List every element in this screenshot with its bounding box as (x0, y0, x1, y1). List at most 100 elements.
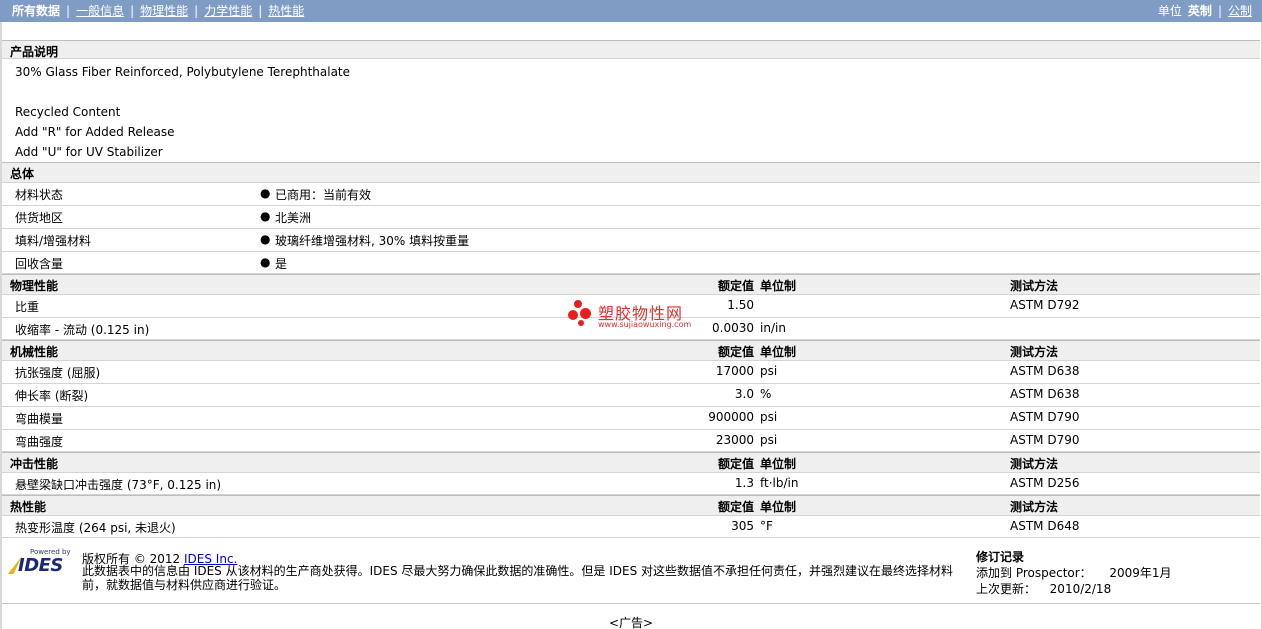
logo-word: IDES (18, 555, 63, 576)
nav-general-info[interactable]: 一般信息 (76, 3, 124, 19)
product-line: Add "U" for UV Stabilizer (15, 145, 163, 159)
row-method: ASTM D790 (1010, 433, 1080, 447)
added-value: 2009年1月 (1109, 566, 1172, 580)
row-unit: °F (760, 519, 773, 533)
units-metric-link[interactable]: 公制 (1228, 3, 1252, 19)
table-row: 热变形温度 (264 psi, 未退火) 305 °F ASTM D648 (2, 516, 1260, 538)
row-label: 热变形温度 (264 psi, 未退火) (15, 521, 176, 535)
header-value: 额定值 (717, 457, 754, 471)
section-title: 产品说明 (10, 45, 59, 59)
row-value: 北美洲 (275, 211, 312, 225)
row-value: 17000 (715, 364, 754, 378)
header-unit: 单位制 (760, 279, 797, 293)
section-title: 热性能 (10, 500, 47, 514)
product-line: Recycled Content (15, 105, 121, 119)
row-value: 3.0 (734, 387, 754, 401)
watermark-dot (574, 300, 582, 308)
table-row: 伸长率 (断裂) 3.0 % ASTM D638 (2, 384, 1260, 407)
row-unit: psi (760, 433, 778, 447)
header-method: 测试方法 (1010, 457, 1059, 471)
row-value: 是 (275, 257, 288, 271)
section-mechanical: 机械性能 额定值 单位制 测试方法 (2, 340, 1260, 361)
header-method: 测试方法 (1010, 279, 1059, 293)
header-unit: 单位制 (760, 345, 797, 359)
row-value: 0.0030 (712, 321, 754, 335)
bullet-icon: ● (260, 232, 271, 246)
table-row: 材料状态 ● 已商用：当前有效 (2, 183, 1260, 206)
row-label: 回收含量 (15, 257, 64, 271)
updated-value: 2010/2/18 (1049, 582, 1112, 596)
section-physical: 物理性能 额定值 单位制 测试方法 (2, 274, 1260, 295)
row-unit: psi (760, 364, 778, 378)
nav-all-data[interactable]: 所有数据 (12, 3, 60, 19)
header-method: 测试方法 (1010, 345, 1059, 359)
row-value: 1.50 (727, 298, 754, 312)
row-value: 305 (731, 519, 754, 533)
top-nav-bar: 所有数据 | 一般信息 | 物理性能 | 力学性能 | 热性能 单位 英制 | … (0, 0, 1262, 22)
table-row: 悬壁梁缺口冲击强度 (73°F, 0.125 in) 1.3 ft·lb/in … (2, 473, 1260, 495)
row-value: 已商用：当前有效 (275, 188, 372, 202)
table-row: 供货地区 ● 北美洲 (2, 206, 1260, 229)
row-label: 供货地区 (15, 211, 64, 225)
watermark-dot (578, 320, 584, 326)
row-method: ASTM D256 (1010, 476, 1080, 490)
nav-separator: | (258, 4, 263, 18)
row-label: 悬壁梁缺口冲击强度 (73°F, 0.125 in) (15, 478, 222, 492)
nav-separator: | (1217, 4, 1222, 18)
table-row: 抗张强度 (屈服) 17000 psi ASTM D638 (2, 361, 1260, 384)
section-general: 总体 (2, 162, 1260, 183)
header-value: 额定值 (717, 345, 754, 359)
row-value: 900000 (708, 410, 754, 424)
row-label: 弯曲模量 (15, 412, 64, 426)
section-title: 机械性能 (10, 345, 59, 359)
watermark-logo: 塑胶物性网 www.sujiaowuxing.com (568, 298, 708, 334)
header-method: 测试方法 (1010, 500, 1059, 514)
nav-separator: | (130, 4, 135, 18)
section-nav: 所有数据 | 一般信息 | 物理性能 | 力学性能 | 热性能 (12, 3, 304, 19)
row-unit: psi (760, 410, 778, 424)
row-method: ASTM D790 (1010, 410, 1080, 424)
row-method: ASTM D648 (1010, 519, 1080, 533)
row-value: 23000 (715, 433, 754, 447)
watermark-dot (580, 308, 591, 319)
row-label: 比重 (15, 300, 40, 314)
units-english-button[interactable]: 英制 (1188, 3, 1212, 19)
watermark-dot (568, 310, 578, 320)
row-label: 弯曲强度 (15, 435, 64, 449)
ides-logo[interactable]: Powered by IDES (8, 548, 74, 578)
product-line: 30% Glass Fiber Reinforced, Polybutylene… (15, 65, 351, 79)
header-value: 额定值 (717, 279, 754, 293)
nav-separator: | (194, 4, 199, 18)
section-title: 总体 (10, 167, 35, 181)
row-unit: % (760, 387, 772, 401)
table-row: 弯曲模量 900000 psi ASTM D790 (2, 407, 1260, 430)
row-unit: in/in (760, 321, 786, 335)
section-impact: 冲击性能 额定值 单位制 测试方法 (2, 452, 1260, 473)
revision-history-title: 修订记录 (976, 550, 1025, 564)
row-label: 伸长率 (断裂) (15, 389, 89, 403)
nav-mechanical[interactable]: 力学性能 (204, 3, 252, 19)
revision-added: 添加到 Prospector： 2009年1月 (976, 564, 1172, 581)
units-label: 单位 (1157, 4, 1182, 18)
revision-updated: 上次更新： 2010/2/18 (976, 580, 1111, 597)
bullet-icon: ● (260, 255, 271, 269)
table-row: 弯曲强度 23000 psi ASTM D790 (2, 430, 1260, 452)
row-value: 1.3 (734, 476, 754, 490)
section-title: 物理性能 (10, 279, 59, 293)
table-row: 填料/增强材料 ● 玻璃纤维增强材料, 30% 填料按重量 (2, 229, 1260, 252)
section-title: 冲击性能 (10, 457, 59, 471)
row-method: ASTM D792 (1010, 298, 1080, 312)
advertisement-label[interactable]: <广告> (0, 614, 1262, 629)
updated-label: 上次更新： (976, 582, 1037, 596)
table-row: 回收含量 ● 是 (2, 252, 1260, 274)
section-thermal: 热性能 额定值 单位制 测试方法 (2, 495, 1260, 516)
nav-thermal[interactable]: 热性能 (268, 3, 304, 19)
row-method: ASTM D638 (1010, 364, 1080, 378)
row-unit: ft·lb/in (760, 476, 799, 490)
nav-separator: | (66, 4, 71, 18)
disclaimer-text: 此数据表中的信息由 IDES 从该材料的生产商处获得。IDES 尽最大努力确保此… (82, 564, 954, 592)
nav-physical[interactable]: 物理性能 (140, 3, 188, 19)
row-value: 玻璃纤维增强材料, 30% 填料按重量 (275, 234, 470, 248)
unit-switcher: 单位 英制 | 公制 (1158, 3, 1252, 19)
row-label: 收缩率 - 流动 (0.125 in) (15, 323, 150, 337)
